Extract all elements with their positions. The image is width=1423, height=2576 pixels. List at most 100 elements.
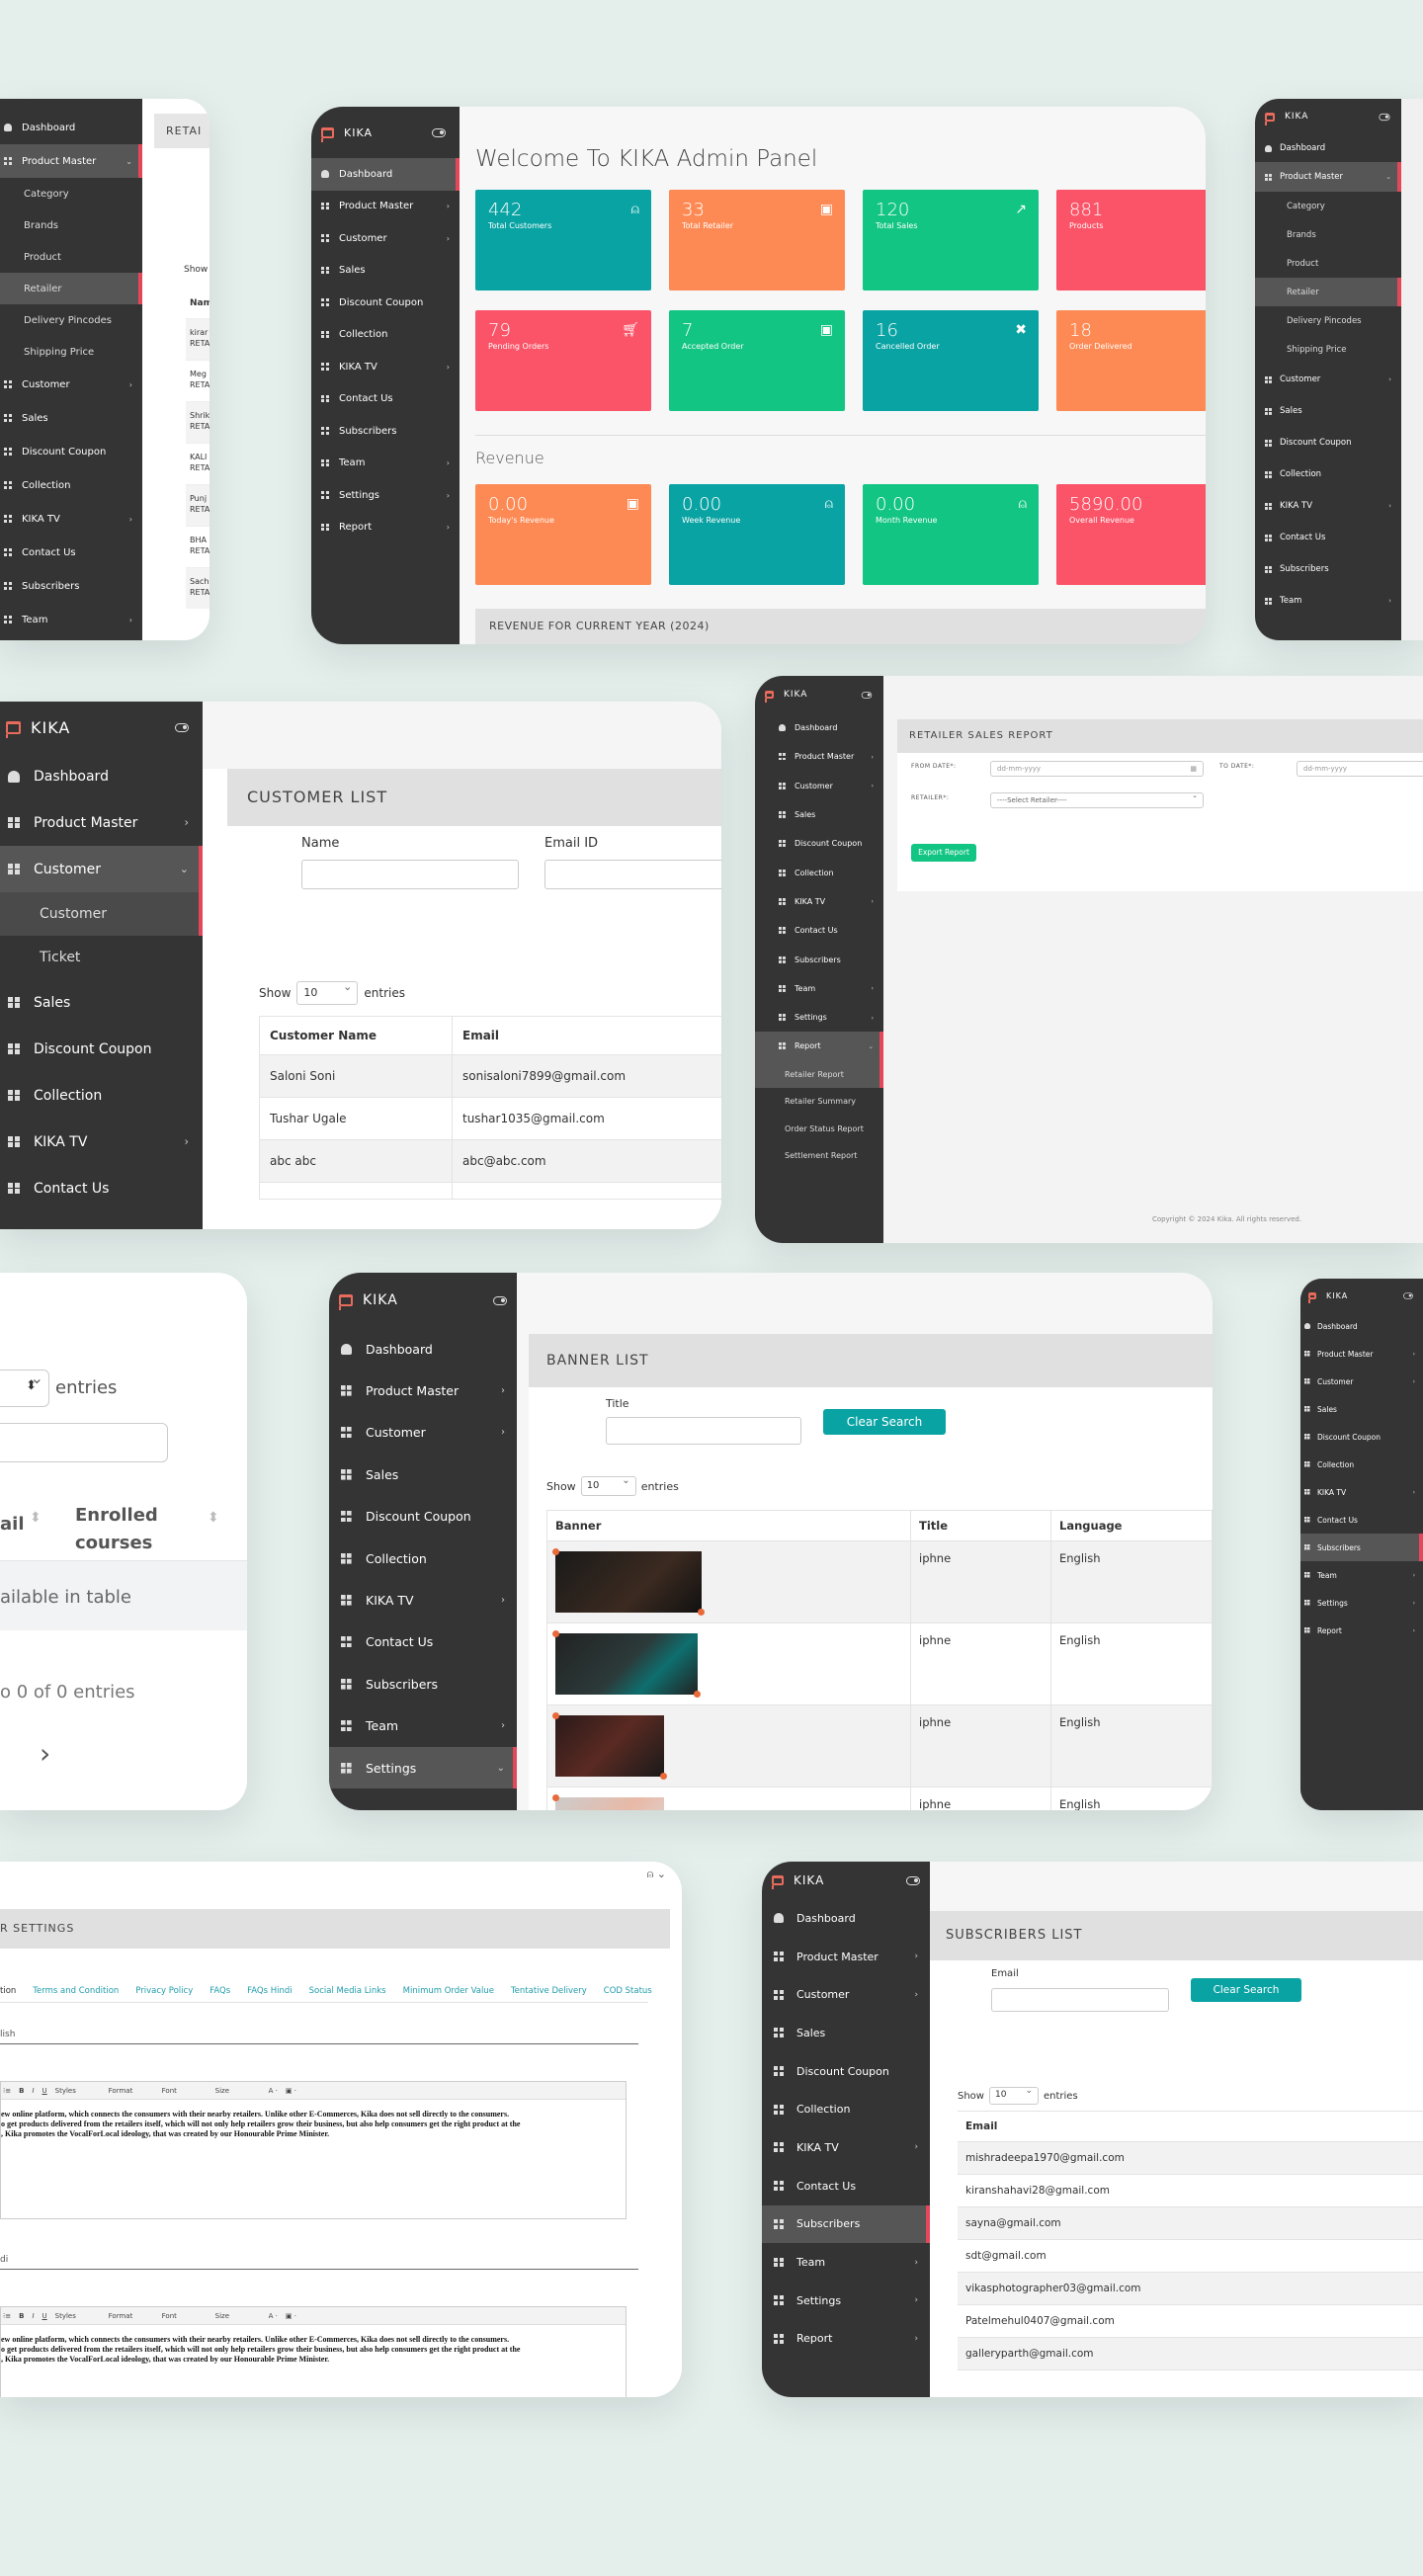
- menu-subscribers[interactable]: Subscribers: [0, 569, 142, 603]
- table-row[interactable]: galleryparth@gmail.com: [958, 2337, 1423, 2370]
- menu-sales[interactable]: Sales: [311, 255, 460, 288]
- menu-subscribers[interactable]: Subscribers: [1255, 553, 1401, 585]
- menu-team[interactable]: Team ›: [329, 1705, 517, 1747]
- table-row[interactable]: iphne English: [546, 1540, 1213, 1623]
- toggle-icon[interactable]: [906, 1875, 920, 1885]
- menu-subscribers[interactable]: Subscribers: [311, 415, 460, 448]
- menu-discount-coupon[interactable]: Discount Coupon: [755, 829, 883, 858]
- menu-team[interactable]: Team ›: [0, 603, 142, 636]
- underline-icon[interactable]: U: [42, 2087, 47, 2095]
- table-row[interactable]: Tushar Ugale tushar1035@gmail.com: [259, 1097, 721, 1140]
- sub-ticket[interactable]: Ticket: [0, 936, 203, 979]
- menu-contact-us[interactable]: Contact Us: [329, 1621, 517, 1663]
- sub-retailer-report[interactable]: Retailer Report: [755, 1060, 883, 1089]
- menu-collection[interactable]: Collection: [0, 1072, 203, 1119]
- text-color-icon[interactable]: A ·: [269, 2312, 278, 2320]
- menu-sales[interactable]: Sales: [1300, 1395, 1423, 1423]
- menu-product-master[interactable]: Product Master ›: [329, 1370, 517, 1411]
- menu-discount-coupon[interactable]: Discount Coupon: [329, 1496, 517, 1537]
- entries-select[interactable]: ⬍: [0, 1369, 49, 1407]
- sort-icon[interactable]: ⬍: [30, 1510, 42, 1526]
- menu-discount-coupon[interactable]: Discount Coupon: [762, 2052, 930, 2091]
- menu-team[interactable]: Team ›: [1300, 1561, 1423, 1589]
- menu-settings[interactable]: Settings ›: [755, 1003, 883, 1032]
- menu-sales[interactable]: Sales: [755, 800, 883, 829]
- sub-settlement-report[interactable]: Settlement Report: [755, 1142, 883, 1170]
- editor-content[interactable]: ew online platform, which connects the c…: [1, 2100, 626, 2139]
- menu-product-master[interactable]: Product Master ›: [755, 742, 883, 771]
- stat-tile[interactable]: 5890.00Overall Revenue▣: [1056, 484, 1206, 585]
- clear-search-button[interactable]: Clear Search: [823, 1409, 946, 1435]
- bold-icon[interactable]: B: [19, 2087, 24, 2095]
- name-input[interactable]: [301, 860, 519, 889]
- tab-settings[interactable]: COD Status: [604, 1986, 652, 1996]
- menu-contact-us[interactable]: Contact Us: [311, 383, 460, 416]
- stat-tile[interactable]: 120 Total Sales ↗: [863, 190, 1039, 291]
- stat-tile[interactable]: 79 Pending Orders 🛒︎: [475, 310, 651, 411]
- sub-order-status-report[interactable]: Order Status Report: [755, 1116, 883, 1143]
- stat-tile[interactable]: 0.00 Today's Revenue ▣: [475, 484, 651, 585]
- menu-report[interactable]: Report ›: [762, 2320, 930, 2359]
- menu-collection[interactable]: Collection: [1255, 458, 1401, 490]
- styles-dropdown[interactable]: Styles: [55, 2087, 101, 2095]
- tab-settings[interactable]: Terms and Condition: [33, 1986, 119, 1996]
- calendar-icon[interactable]: ▦: [1190, 765, 1197, 773]
- menu-report[interactable]: Report ⌄: [755, 1032, 883, 1061]
- email-input[interactable]: [991, 1988, 1169, 2012]
- menu-customer[interactable]: Customer ›: [311, 222, 460, 255]
- menu-kika-tv[interactable]: KIKA TV ›: [1300, 1478, 1423, 1506]
- menu-product-master[interactable]: Product Master ›: [762, 1938, 930, 1976]
- sub-customer[interactable]: Customer: [0, 892, 203, 936]
- menu-contact-us[interactable]: Contact Us: [755, 916, 883, 945]
- stat-tile[interactable]: 0.00 Week Revenue ⍝: [669, 484, 845, 585]
- bg-color-icon[interactable]: ▣ ·: [286, 2087, 296, 2095]
- table-row[interactable]: sayna@gmail.com: [958, 2206, 1423, 2240]
- menu-dashboard[interactable]: Dashboard: [755, 713, 883, 742]
- menu-customer[interactable]: Customer ›: [1300, 1368, 1423, 1395]
- tab-settings[interactable]: Social Media Links: [309, 1986, 386, 1996]
- toggle-icon[interactable]: [861, 691, 873, 699]
- banner-thumbnail[interactable]: [552, 1794, 664, 1810]
- menu-report[interactable]: Report ›: [1300, 1617, 1423, 1644]
- table-row[interactable]: Shrik RETA: [186, 401, 209, 443]
- menu-collection[interactable]: Collection: [329, 1537, 517, 1579]
- table-row[interactable]: sdt@gmail.com: [958, 2239, 1423, 2273]
- search-input[interactable]: [0, 1423, 168, 1462]
- toggle-icon[interactable]: [175, 722, 189, 732]
- text-color-icon[interactable]: A ·: [269, 2087, 278, 2095]
- table-row[interactable]: Punj RETA: [186, 484, 209, 526]
- menu-subscribers[interactable]: Subscribers: [762, 2204, 930, 2244]
- menu-collection[interactable]: Collection: [762, 2090, 930, 2128]
- list-icon[interactable]: ⁝≡: [3, 2087, 11, 2095]
- sub-brands[interactable]: Brands: [1255, 220, 1401, 249]
- menu-customer[interactable]: Customer ›: [762, 1975, 930, 2014]
- banner-thumbnail[interactable]: [552, 1630, 701, 1698]
- table-row[interactable]: kiranshahavi28@gmail.com: [958, 2174, 1423, 2207]
- clear-search-button[interactable]: Clear Search: [1191, 1978, 1301, 2002]
- size-dropdown[interactable]: Size: [215, 2312, 261, 2320]
- menu-customer[interactable]: Customer ›: [755, 772, 883, 800]
- hindi-field[interactable]: di: [0, 2255, 638, 2270]
- sub-shipping-price[interactable]: Shipping Price: [1255, 335, 1401, 364]
- next-page-button[interactable]: ›: [40, 1737, 50, 1770]
- menu-dashboard[interactable]: Dashboard: [1300, 1312, 1423, 1340]
- menu-kika-tv[interactable]: KIKA TV ›: [755, 887, 883, 916]
- english-field[interactable]: lish: [0, 2030, 638, 2044]
- menu-contact-us[interactable]: Contact Us: [1300, 1506, 1423, 1534]
- table-row[interactable]: BHA RETA: [186, 526, 209, 567]
- menu-settings[interactable]: Settings ›: [1300, 1589, 1423, 1617]
- menu-team[interactable]: Team ›: [755, 974, 883, 1003]
- menu-kika-tv[interactable]: KIKA TV ›: [329, 1579, 517, 1620]
- menu-kika-tv[interactable]: KIKA TV ›: [762, 2128, 930, 2167]
- menu-discount-coupon[interactable]: Discount Coupon: [1300, 1423, 1423, 1451]
- menu-subscribers[interactable]: Subscribers: [329, 1663, 517, 1704]
- font-dropdown[interactable]: Font: [162, 2312, 208, 2320]
- menu-discount-coupon[interactable]: Discount Coupon: [0, 435, 142, 468]
- menu-dashboard[interactable]: Dashboard: [762, 1899, 930, 1938]
- sub-delivery-pincodes[interactable]: Delivery Pincodes: [0, 304, 142, 336]
- entries-select[interactable]: 10: [580, 1475, 636, 1496]
- retailer-select[interactable]: ----Select Retailer----: [990, 791, 1204, 808]
- menu-dashboard[interactable]: Dashboard: [0, 753, 203, 799]
- menu-sales[interactable]: Sales: [0, 979, 203, 1026]
- table-row[interactable]: mishradeepa1970@gmail.com: [958, 2141, 1423, 2175]
